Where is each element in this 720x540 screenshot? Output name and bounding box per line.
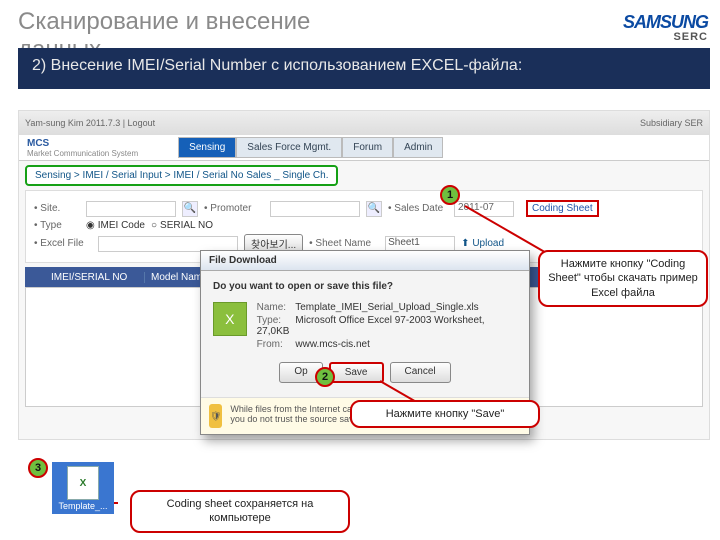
label-type: • Type [34, 220, 80, 231]
callout-coding-sheet: Нажмите кнопку "Coding Sheet" чтобы скач… [538, 250, 708, 307]
app-brand-bar: MCS Market Communication System Sensing … [19, 135, 709, 161]
shield-icon: 🛡 [209, 404, 222, 428]
col-imei: IMEI/SERIAL NO [45, 272, 145, 283]
logo-area: SAMSUNG SERC [623, 12, 708, 43]
label-site: • Site. [34, 203, 80, 214]
app-brand-sub: Market Communication System [27, 149, 138, 158]
dialog-meta: Name: Template_IMEI_Serial_Upload_Single… [257, 302, 517, 352]
site-search-icon[interactable]: 🔍 [182, 201, 198, 217]
section-heading-band: 2) Внесение IMEI/Serial Number с использ… [18, 48, 710, 89]
subsidiary-label: Subsidiary SER [640, 118, 703, 128]
label-sheetname: • Sheet Name [309, 238, 379, 249]
template-file-label: Template_... [52, 501, 114, 511]
site-input[interactable] [86, 201, 176, 217]
radio-imei-label: IMEI Code [98, 220, 145, 231]
radio-serial[interactable]: ○ SERIAL NO [151, 220, 213, 231]
radio-serial-label: SERIAL NO [160, 220, 213, 231]
user-info: Yam-sung Kim 2011.7.3 | Logout [25, 118, 155, 128]
meta-name-v: Template_IMEI_Serial_Upload_Single.xls [295, 302, 478, 313]
label-salesdate: • Sales Date [388, 203, 448, 214]
meta-type-k: Type: [257, 315, 293, 326]
slide-title-line1: Сканирование и внесение [18, 8, 310, 36]
tab-salesforce[interactable]: Sales Force Mgmt. [236, 137, 342, 158]
step-badge-3: 3 [28, 458, 48, 478]
breadcrumb: Sensing > IMEI / Serial Input > IMEI / S… [25, 165, 338, 186]
upload-label: Upload [472, 238, 504, 249]
meta-from-v: www.mcs-cis.net [295, 339, 369, 350]
app-tabs: Sensing Sales Force Mgmt. Forum Admin [178, 137, 443, 158]
samsung-logo: SAMSUNG [623, 12, 708, 33]
meta-from-k: From: [257, 339, 293, 350]
radio-imei[interactable]: ◉ IMEI Code [86, 220, 145, 231]
excel-template-icon: X [67, 466, 99, 500]
coding-sheet-button[interactable]: Coding Sheet [526, 200, 599, 217]
label-excelfile: • Excel File [34, 238, 92, 249]
save-button[interactable]: Save [329, 362, 384, 383]
cancel-button[interactable]: Cancel [390, 362, 451, 383]
tab-admin[interactable]: Admin [393, 137, 443, 158]
template-file-shortcut[interactable]: X Template_... [52, 462, 114, 514]
excel-file-icon: X [213, 302, 247, 336]
upload-button[interactable]: ⬆ Upload [461, 238, 504, 249]
promoter-search-icon[interactable]: 🔍 [366, 201, 382, 217]
dialog-title: File Download [201, 251, 529, 271]
app-brand-logo: MCS [27, 138, 49, 149]
label-promoter: • Promoter [204, 203, 264, 214]
dialog-question: Do you want to open or save this file? [213, 281, 517, 292]
tab-sensing[interactable]: Sensing [178, 137, 236, 158]
step-badge-2: 2 [315, 367, 335, 387]
meta-name-k: Name: [257, 302, 293, 313]
app-top-bar: Yam-sung Kim 2011.7.3 | Logout Subsidiar… [19, 111, 709, 135]
callout-saved-file: Coding sheet сохраняется на компьютере [130, 490, 350, 533]
salesdate-input[interactable]: 2011-07 [454, 201, 514, 217]
step-badge-1: 1 [440, 185, 460, 205]
tab-forum[interactable]: Forum [342, 137, 393, 158]
callout-save: Нажмите кнопку "Save" [350, 400, 540, 428]
promoter-input[interactable] [270, 201, 360, 217]
